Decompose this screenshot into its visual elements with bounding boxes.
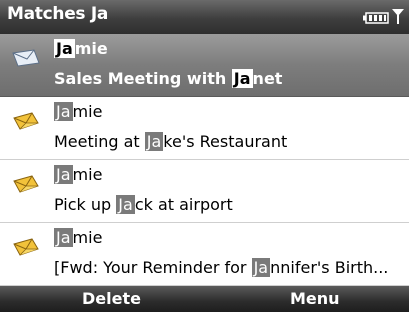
battery-icon <box>363 12 389 24</box>
page-title: Matches Ja <box>7 4 109 24</box>
match-highlight: Ja <box>231 69 253 88</box>
softkey-bar: Delete Menu <box>0 286 409 312</box>
message-item[interactable]: Ja mie Sales Meeting with Ja net <box>0 34 409 97</box>
message-subject: [Fwd: Your Reminder for Ja nnifer's Birth… <box>54 258 389 277</box>
message-sender: Ja mie <box>54 228 103 247</box>
signal-icon <box>392 9 404 24</box>
message-item[interactable]: Ja mie Pick up Ja ck at airport <box>0 160 409 223</box>
delete-softkey[interactable]: Delete <box>82 289 141 308</box>
message-sender: Ja mie <box>54 165 103 184</box>
message-sender: Ja mie <box>54 102 103 121</box>
envelope-icon <box>12 49 40 67</box>
meeting-envelope-icon <box>13 112 39 130</box>
message-list: Ja mie Sales Meeting with Ja net Ja mie Mee… <box>0 34 409 286</box>
message-subject: Sales Meeting with Ja net <box>54 69 283 88</box>
match-highlight: Ja <box>54 228 73 247</box>
match-highlight: Ja <box>54 39 75 58</box>
match-highlight: Ja <box>116 195 135 214</box>
match-highlight: Ja <box>144 132 164 151</box>
message-item[interactable]: Ja mie Meeting at Ja ke's Restaurant <box>0 97 409 160</box>
meeting-envelope-icon <box>13 175 39 193</box>
title-bar: Matches Ja <box>0 0 409 34</box>
meeting-envelope-icon <box>13 238 39 256</box>
menu-softkey[interactable]: Menu <box>290 289 340 308</box>
message-item[interactable]: Ja mie [Fwd: Your Reminder for Ja nnifer's… <box>0 223 409 286</box>
match-highlight: Ja <box>54 165 73 184</box>
match-highlight: Ja <box>251 258 271 277</box>
message-sender: Ja mie <box>54 39 108 58</box>
message-subject: Pick up Ja ck at airport <box>54 195 233 214</box>
match-highlight: Ja <box>54 102 73 121</box>
message-subject: Meeting at Ja ke's Restaurant <box>54 132 288 151</box>
